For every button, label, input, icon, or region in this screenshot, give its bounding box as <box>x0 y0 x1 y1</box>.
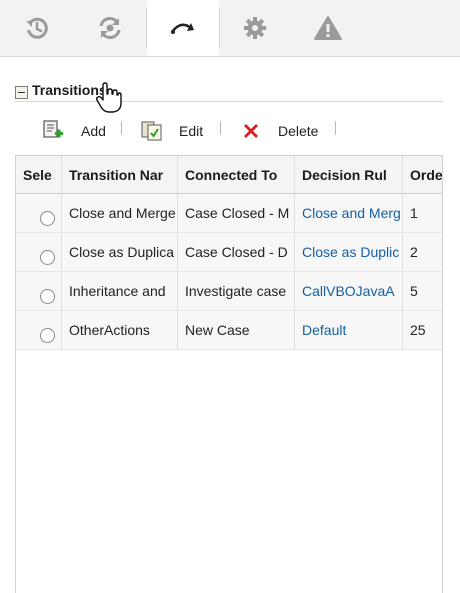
row-select-radio[interactable] <box>40 210 55 226</box>
order-cell: 2 <box>410 244 418 260</box>
connected-to-cell: Case Closed - D <box>178 233 295 271</box>
collapse-icon[interactable] <box>15 86 28 99</box>
action-divider <box>121 121 122 135</box>
row-select-radio[interactable] <box>40 327 55 343</box>
history-icon <box>26 17 48 39</box>
row-select-radio[interactable] <box>40 249 55 265</box>
add-button[interactable]: Add <box>42 118 106 144</box>
order-cell: 25 <box>410 322 426 338</box>
transitions-section-header[interactable]: Transitions <box>15 80 107 100</box>
add-label: Add <box>81 123 106 139</box>
hand-cursor-icon <box>96 82 122 113</box>
action-divider <box>335 121 336 135</box>
select-cell <box>16 311 62 349</box>
select-cell <box>16 233 62 271</box>
history-button[interactable] <box>0 0 74 56</box>
edit-button[interactable]: Edit <box>141 118 203 144</box>
warning-icon <box>313 16 342 40</box>
connected-to-cell: Case Closed - M <box>178 194 295 232</box>
connected-to-cell: Investigate case <box>178 272 295 310</box>
table-row[interactable]: OtherActions New Case Default 25 <box>16 311 442 350</box>
gear-icon <box>244 17 266 39</box>
table-row[interactable]: Close as Duplica Case Closed - D Close a… <box>16 233 442 272</box>
column-header-select[interactable]: Sele <box>16 156 62 193</box>
section-divider <box>15 101 443 102</box>
delete-icon <box>244 124 258 138</box>
select-cell <box>16 272 62 310</box>
decision-rule-link[interactable]: Close and Merg <box>295 194 403 232</box>
edit-icon <box>141 121 162 141</box>
table-row[interactable]: Close and Merge Case Closed - M Close an… <box>16 194 442 233</box>
row-select-radio[interactable] <box>40 288 55 304</box>
transition-name-cell: OtherActions <box>62 311 178 349</box>
column-header-transition-name[interactable]: Transition Nar <box>62 156 178 193</box>
delete-button[interactable]: Delete <box>242 118 318 144</box>
transition-arrow-icon <box>170 23 194 34</box>
order-cell: 1 <box>410 205 418 221</box>
table-row[interactable]: Inheritance and Investigate case CallVBO… <box>16 272 442 311</box>
warning-button[interactable] <box>290 0 365 56</box>
settings-button[interactable] <box>220 0 290 56</box>
sync-icon <box>99 17 121 39</box>
delete-label: Delete <box>278 123 319 139</box>
add-icon <box>43 120 63 138</box>
transitions-button[interactable] <box>147 0 219 56</box>
edit-label: Edit <box>179 123 204 139</box>
order-cell: 5 <box>410 283 418 299</box>
select-cell <box>16 194 62 232</box>
column-header-decision-rule[interactable]: Decision Rul <box>295 156 403 193</box>
transitions-table: Sele Transition Nar Connected To Decisio… <box>15 155 443 593</box>
decision-rule-link[interactable]: Default <box>295 311 403 349</box>
action-divider <box>220 121 221 135</box>
column-header-connected-to[interactable]: Connected To <box>178 156 295 193</box>
decision-rule-link[interactable]: Close as Duplic <box>295 233 403 271</box>
column-header-order[interactable]: Orde <box>403 156 442 193</box>
table-header-row: Sele Transition Nar Connected To Decisio… <box>16 156 442 194</box>
transition-name-cell: Close as Duplica <box>62 233 178 271</box>
connected-to-cell: New Case <box>178 311 295 349</box>
top-toolbar <box>0 0 460 57</box>
transition-name-cell: Inheritance and <box>62 272 178 310</box>
sync-button[interactable] <box>74 0 146 56</box>
decision-rule-link[interactable]: CallVBOJavaA <box>295 272 403 310</box>
transition-name-cell: Close and Merge <box>62 194 178 232</box>
